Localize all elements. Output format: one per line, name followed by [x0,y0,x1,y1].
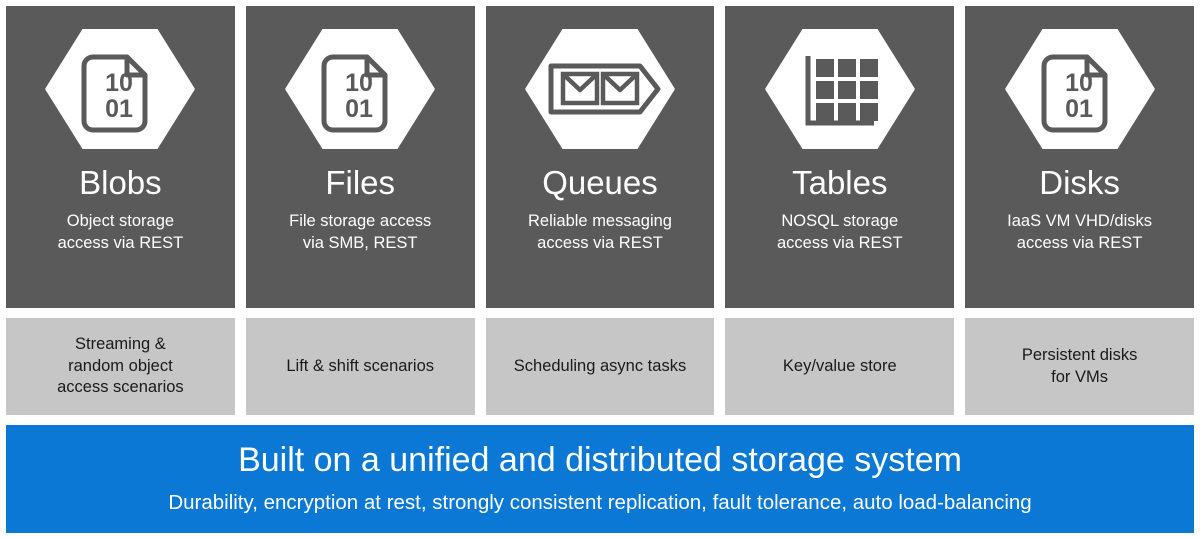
binary-document-hexagon-icon: 10 01 [1004,29,1155,149]
icon-digits-top: 10 [345,69,373,97]
scenario-box-disks[interactable]: Persistent disks for VMs [965,318,1194,415]
service-title-files: Files [325,164,396,201]
scenario-captions-row: Streaming & random object access scenari… [6,318,1194,415]
storage-services-diagram: 10 01 Blobs Object storage access via RE… [0,0,1200,539]
icon-digits-bottom: 01 [105,95,133,123]
service-card-disks[interactable]: 10 01 Disks IaaS VM VHD/disks access via… [965,6,1194,308]
banner-title: Built on a unified and distributed stora… [238,440,962,479]
two-envelopes-hexagon-icon [524,29,675,149]
service-title-tables: Tables [792,164,888,201]
service-title-queues: Queues [542,164,658,201]
icon-digits-bottom: 01 [1065,95,1093,123]
icon-digits-top: 10 [1065,69,1093,97]
service-card-files[interactable]: 10 01 Files File storage access via SMB,… [245,6,475,308]
icon-digits-top: 10 [105,69,133,97]
service-subtitle-tables: NOSQL storage access via REST [776,212,903,252]
service-subtitle-files: File storage access via SMB, REST [289,212,432,252]
service-title-blobs: Blobs [79,164,162,201]
banner-subtitle: Durability, encryption at rest, strongly… [168,490,1032,514]
service-cards-row: 10 01 Blobs Object storage access via RE… [6,6,1194,308]
scenario-box-files[interactable]: Lift & shift scenarios [245,318,475,415]
icon-digits-bottom: 01 [345,95,373,123]
service-card-tables[interactable]: Tables NOSQL storage access via REST [725,6,955,308]
service-subtitle-disks: IaaS VM VHD/disks access via REST [1007,212,1153,252]
scenario-box-blobs[interactable]: Streaming & random object access scenari… [6,318,235,415]
binary-document-hexagon-icon: 10 01 [285,29,436,149]
service-title-disks: Disks [1039,164,1120,201]
service-card-blobs[interactable]: 10 01 Blobs Object storage access via RE… [6,6,235,308]
service-card-queues[interactable]: Queues Reliable messaging access via RES… [485,6,715,308]
scenario-box-queues[interactable]: Scheduling async tasks [485,318,715,415]
scenario-box-tables[interactable]: Key/value store [725,318,955,415]
grid-table-hexagon-icon [764,29,915,149]
service-subtitle-queues: Reliable messaging access via REST [527,212,672,252]
binary-document-hexagon-icon: 10 01 [45,29,196,149]
service-subtitle-blobs: Object storage access via REST [57,212,184,252]
foundation-banner: Built on a unified and distributed stora… [6,425,1194,533]
